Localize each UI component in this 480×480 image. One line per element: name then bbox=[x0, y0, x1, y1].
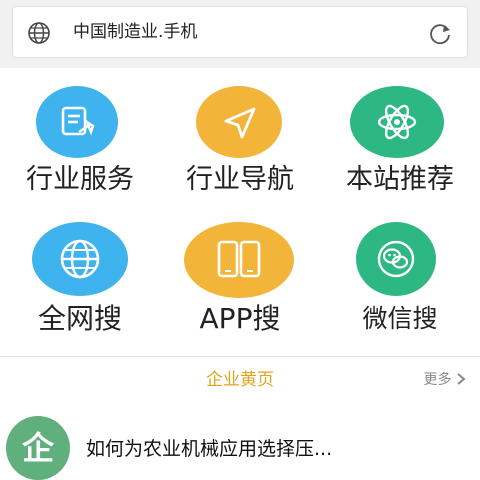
list-item[interactable]: 企 如何为农业机械应用选择压... bbox=[0, 410, 480, 480]
tile-label: APP搜 bbox=[199, 302, 281, 335]
site-recommend-circle bbox=[350, 86, 444, 158]
tile-label: 本站推荐 bbox=[346, 164, 454, 195]
wechat-icon bbox=[377, 240, 415, 278]
more-link[interactable]: 更多 bbox=[424, 369, 466, 391]
phones-icon bbox=[217, 240, 261, 278]
industry-navigation-circle bbox=[196, 86, 282, 158]
tile-label: 行业导航 bbox=[186, 164, 294, 195]
app-search-circle bbox=[184, 222, 294, 298]
tile-web-search[interactable]: 全网搜 bbox=[0, 218, 160, 348]
reload-icon[interactable] bbox=[427, 21, 453, 47]
address-bar[interactable]: 中国制造业.手机 bbox=[12, 6, 468, 58]
section-divider bbox=[0, 356, 480, 357]
industry-service-circle bbox=[36, 86, 118, 158]
company-badge: 企 bbox=[6, 416, 70, 480]
tile-industry-service[interactable]: 行业服务 bbox=[0, 80, 160, 200]
list-item-title[interactable]: 如何为农业机械应用选择压... bbox=[86, 436, 332, 462]
tile-app-search[interactable]: APP搜 bbox=[160, 218, 320, 348]
chevron-right-icon bbox=[457, 373, 466, 385]
tile-industry-navigation[interactable]: 行业导航 bbox=[160, 80, 320, 200]
web-search-circle bbox=[32, 222, 128, 296]
url-text[interactable]: 中国制造业.手机 bbox=[73, 20, 197, 44]
tile-label: 全网搜 bbox=[37, 302, 122, 335]
document-edit-icon bbox=[61, 106, 95, 136]
section-title: 企业黄页 bbox=[206, 370, 274, 390]
tile-label: 微信搜 bbox=[362, 304, 438, 333]
atom-icon bbox=[377, 104, 417, 140]
more-label: 更多 bbox=[423, 372, 452, 388]
tile-site-recommend[interactable]: 本站推荐 bbox=[320, 80, 480, 200]
tile-label: 行业服务 bbox=[26, 164, 134, 195]
globe-icon bbox=[60, 239, 100, 279]
tile-wechat-search[interactable]: 微信搜 bbox=[320, 218, 480, 348]
globe-icon bbox=[28, 22, 50, 44]
navigation-arrow-icon bbox=[224, 107, 256, 139]
wechat-search-circle bbox=[356, 222, 436, 296]
top-bar: 中国制造业.手机 bbox=[0, 0, 480, 68]
